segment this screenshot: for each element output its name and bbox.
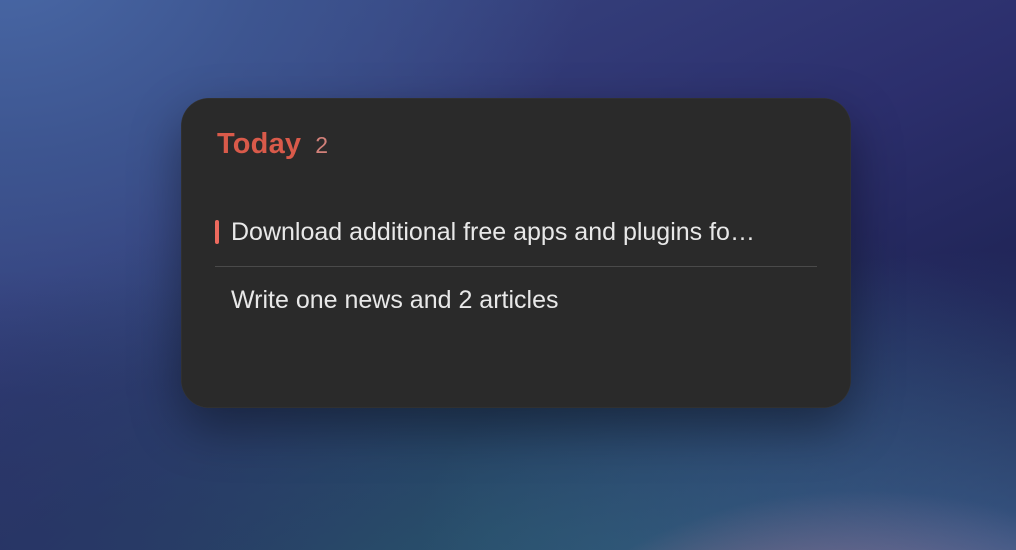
task-list: Download additional free apps and plugin… <box>215 199 817 333</box>
task-item[interactable]: Write one news and 2 articles <box>215 266 817 334</box>
task-label: Download additional free apps and plugin… <box>231 218 755 246</box>
reminders-today-widget[interactable]: Today 2 Download additional free apps an… <box>181 98 851 408</box>
task-item[interactable]: Download additional free apps and plugin… <box>215 199 817 266</box>
widget-task-count: 2 <box>315 132 328 159</box>
priority-indicator-icon <box>215 220 219 244</box>
task-label: Write one news and 2 articles <box>231 286 558 314</box>
widget-title: Today <box>217 128 301 161</box>
widget-header: Today 2 <box>215 128 817 161</box>
